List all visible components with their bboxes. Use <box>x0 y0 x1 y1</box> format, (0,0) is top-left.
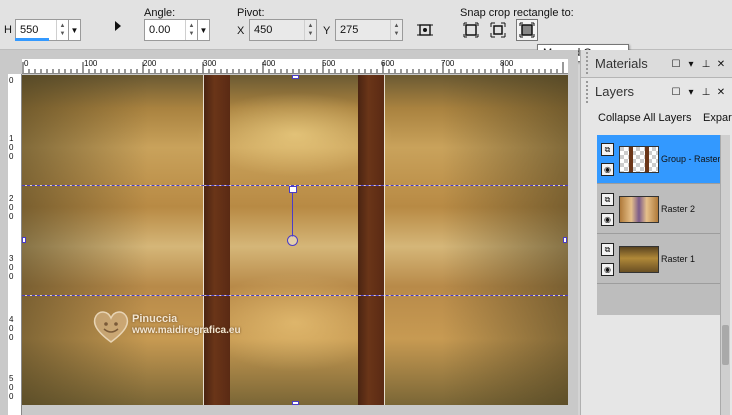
layer-type-icon: ⧉ <box>601 193 614 206</box>
layers-list[interactable]: ⧉ ◉ Group - Raster ⧉ ◉ Raster 2 ⧉ ◉ Rast… <box>597 135 721 315</box>
crop-guide-vertical-left <box>203 75 204 405</box>
pivot-point-icon[interactable] <box>287 235 298 246</box>
pivot-x-spin-arrows-icon[interactable]: ▲ ▼ <box>304 20 316 40</box>
pivot-x-value: 450 <box>254 24 273 36</box>
layer-name: Raster 2 <box>661 204 696 214</box>
layer-thumbnail-raster-2 <box>619 196 659 223</box>
pivot-x-label: X <box>237 25 245 37</box>
angle-spinbox[interactable]: 0.00 ▲ ▼ ▼ <box>144 19 210 41</box>
materials-grip-icon[interactable] <box>586 52 594 74</box>
angle-spin-arrows-icon[interactable]: ▲ ▼ <box>185 20 197 40</box>
layers-title: Layers <box>595 84 635 99</box>
layers-close-icon[interactable]: ✕ <box>715 86 727 98</box>
crop-tool-options-bar: H 550 ▲ ▼ ▼ Angle: 0.00 ▲ ▼ ▼ Pivot: X 450… <box>0 0 732 50</box>
pivot-y-label: Y <box>323 25 331 37</box>
ruler-v-label-500: 5 0 0 <box>9 374 14 401</box>
center-pivot-icon <box>417 24 433 36</box>
ruler-label-700: 700 <box>441 59 455 68</box>
layers-pin-icon[interactable]: ⊥ <box>700 86 712 98</box>
snap-crop-label: Snap crop rectangle to: <box>460 7 574 19</box>
layers-vertical-scrollbar[interactable] <box>720 135 730 415</box>
angle-dropdown-icon[interactable]: ▼ <box>197 20 209 40</box>
layer-name: Group - Raster <box>661 154 721 164</box>
height-label: H <box>4 24 12 36</box>
center-pivot-button[interactable] <box>415 20 435 40</box>
crop-guide-vertical-right <box>384 75 385 405</box>
layer-visibility-eye-icon[interactable]: ◉ <box>601 263 614 276</box>
layers-menu-icon[interactable]: ▾ <box>685 86 697 98</box>
layer-group-type-icon: ⧉ <box>601 143 614 156</box>
layer-thumbnail-group-raster <box>619 146 659 173</box>
scrollbar-thumb[interactable] <box>722 325 729 365</box>
ruler-label-0: 0 <box>24 59 29 68</box>
ruler-v-label-0: 0 <box>9 76 14 85</box>
snap-current-layer-button[interactable] <box>461 20 481 40</box>
height-progress-indicator <box>15 38 49 41</box>
vertical-ruler: 0 1 0 0 2 0 0 3 0 0 4 0 0 5 0 0 <box>8 74 22 415</box>
layers-grip-icon[interactable] <box>586 81 594 103</box>
pivot-x-spinbox[interactable]: 450 ▲ ▼ <box>249 19 317 41</box>
layer-row-raster-2[interactable]: ⧉ ◉ Raster 2 <box>597 185 721 234</box>
ruler-v-label-100: 1 0 0 <box>9 134 14 161</box>
ruler-v-label-400: 4 0 0 <box>9 315 14 342</box>
layer-name: Raster 1 <box>661 254 696 264</box>
image-canvas[interactable]: Pinuccia www.maidiregrafica.eu <box>22 75 568 405</box>
collapse-all-layers-button[interactable]: Collapse All Layers <box>598 112 692 124</box>
height-value: 550 <box>20 24 39 36</box>
height-spin-arrows-icon[interactable]: ▲ ▼ <box>56 20 68 40</box>
layer-thumbnail-raster-1 <box>619 246 659 273</box>
angle-value: 0.00 <box>149 24 171 36</box>
ruler-label-100: 100 <box>84 59 98 68</box>
snap-selection-button[interactable] <box>488 20 508 40</box>
crop-handle-right[interactable] <box>563 237 567 243</box>
pivot-y-spin-arrows-icon[interactable]: ▲ ▼ <box>390 20 402 40</box>
materials-title: Materials <box>595 56 648 71</box>
ruler-label-300: 300 <box>203 59 217 68</box>
layer-visibility-eye-icon[interactable]: ◉ <box>601 163 614 176</box>
image-left-shading <box>22 75 202 405</box>
layers-maximize-icon[interactable]: ☐ <box>670 86 682 98</box>
play-arrow-icon[interactable] <box>108 16 128 36</box>
pivot-label: Pivot: <box>237 7 265 19</box>
crop-handle-bottom[interactable] <box>292 401 299 405</box>
snap-merged-opaque-button[interactable] <box>516 19 538 41</box>
heart-logo-icon <box>93 311 129 343</box>
image-right-shading <box>388 75 568 405</box>
ruler-label-400: 400 <box>262 59 276 68</box>
snap-layer-icon <box>463 22 479 38</box>
height-dropdown-icon[interactable]: ▼ <box>68 20 80 40</box>
merged-opaque-icon <box>519 22 535 38</box>
layer-row-raster-1[interactable]: ⧉ ◉ Raster 1 <box>597 235 721 284</box>
ruler-v-label-200: 2 0 0 <box>9 194 14 221</box>
ruler-v-label-300: 3 0 0 <box>9 254 14 281</box>
crop-rect-bottom-edge[interactable] <box>22 295 568 296</box>
materials-maximize-icon[interactable]: ☐ <box>670 58 682 70</box>
horizontal-ruler: 0 100 200 300 400 500 600 700 800 <box>22 59 568 74</box>
pivot-y-spinbox[interactable]: 275 ▲ ▼ <box>335 19 403 41</box>
materials-pin-icon[interactable]: ⊥ <box>700 58 712 70</box>
left-brown-pillar <box>204 75 230 405</box>
materials-close-icon[interactable]: ✕ <box>715 58 727 70</box>
layer-type-icon: ⧉ <box>601 243 614 256</box>
materials-panel-header[interactable]: Materials ☐ ▾ ⊥ ✕ <box>581 50 732 78</box>
snap-selection-icon <box>490 22 506 38</box>
rotation-handle[interactable] <box>289 186 297 193</box>
rotation-handle-line <box>292 193 293 237</box>
pivot-y-value: 275 <box>340 24 359 36</box>
layer-visibility-eye-icon[interactable]: ◉ <box>601 213 614 226</box>
ruler-label-500: 500 <box>322 59 336 68</box>
crop-handle-top[interactable] <box>292 75 299 79</box>
expand-all-layers-button[interactable]: Expar <box>703 112 732 124</box>
right-brown-pillar <box>358 75 384 405</box>
ruler-label-200: 200 <box>143 59 157 68</box>
ruler-label-800: 800 <box>500 59 514 68</box>
layers-panel-header[interactable]: Layers ☐ ▾ ⊥ ✕ <box>581 79 732 105</box>
ruler-label-600: 600 <box>381 59 395 68</box>
crop-handle-left[interactable] <box>22 237 26 243</box>
materials-menu-icon[interactable]: ▾ <box>685 58 697 70</box>
layer-row-group-raster[interactable]: ⧉ ◉ Group - Raster <box>597 135 721 184</box>
ruler-ticks-top <box>22 62 564 73</box>
watermark: Pinuccia www.maidiregrafica.eu <box>92 311 241 343</box>
angle-label: Angle: <box>144 7 176 19</box>
